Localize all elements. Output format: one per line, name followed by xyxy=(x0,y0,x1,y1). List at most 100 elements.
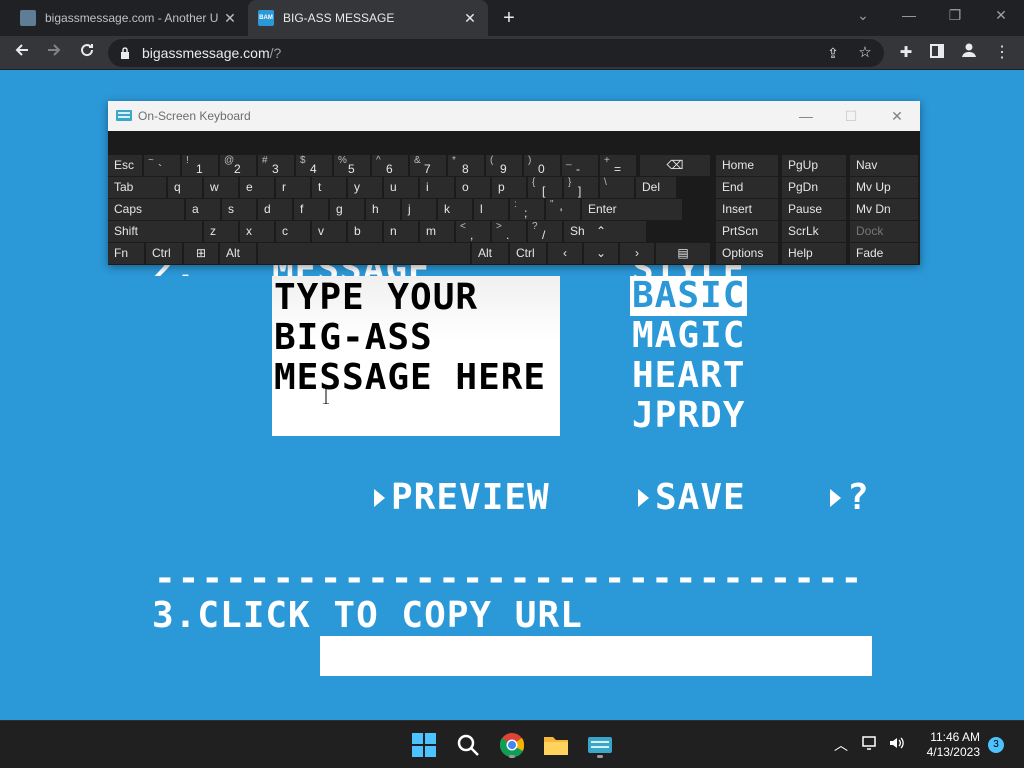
key-r3-1[interactable]: a xyxy=(186,199,220,220)
tab-search-icon[interactable]: ⌄ xyxy=(840,0,886,32)
nav-key-home[interactable]: Home xyxy=(716,155,778,176)
nav-key-nav[interactable]: Nav xyxy=(850,155,918,176)
chevron-up-icon[interactable]: ︿ xyxy=(834,735,848,755)
minimize-button[interactable]: — xyxy=(886,0,932,32)
key-r5-1[interactable]: Ctrl xyxy=(146,243,182,264)
key-r4-8[interactable]: <, xyxy=(456,221,490,242)
nav-key-insert[interactable]: Insert xyxy=(716,199,778,220)
key-r2-5[interactable]: t xyxy=(312,177,346,198)
nav-key-help[interactable]: Help xyxy=(782,243,846,264)
arrow-left-key-icon[interactable]: ‹ xyxy=(548,243,582,264)
nav-key-prtscn[interactable]: PrtScn xyxy=(716,221,778,242)
message-textarea[interactable]: TYPE YOUR BIG-ASS MESSAGE HERE xyxy=(272,276,560,436)
close-tab-icon[interactable]: ✕ xyxy=(462,10,478,26)
key-r5-2[interactable]: Alt xyxy=(220,243,256,264)
key-r1-7[interactable]: ^ 6 xyxy=(372,155,408,176)
osk-close-button[interactable]: ✕ xyxy=(882,105,912,127)
key-r3-2[interactable]: s xyxy=(222,199,256,220)
key-r1-5[interactable]: $4 xyxy=(296,155,332,176)
osk-minimize-button[interactable]: — xyxy=(791,105,821,127)
key-r4-5[interactable]: b xyxy=(348,221,382,242)
key-r4-9[interactable]: >. xyxy=(492,221,526,242)
style-option-magic[interactable]: MAGIC xyxy=(632,316,745,356)
key-r4-6[interactable]: n xyxy=(384,221,418,242)
key-r4-1[interactable]: z xyxy=(204,221,238,242)
key-r3-4[interactable]: f xyxy=(294,199,328,220)
key-r3-11[interactable]: " ' xyxy=(546,199,580,220)
key-r3-6[interactable]: h xyxy=(366,199,400,220)
address-bar[interactable]: bigassmessage.com/? ⇪ ☆ xyxy=(108,39,884,67)
key-r1-11[interactable]: ) 0 xyxy=(524,155,560,176)
backspace-key-icon[interactable]: ⌫ xyxy=(640,155,710,176)
nav-key-dock[interactable]: Dock xyxy=(850,221,918,242)
file-explorer-icon[interactable] xyxy=(540,729,572,761)
nav-key-options[interactable]: Options xyxy=(716,243,778,264)
arrow-up-key-icon[interactable]: ⌃ xyxy=(584,221,618,242)
nav-key-fade[interactable]: Fade xyxy=(850,243,918,264)
close-tab-icon[interactable]: ✕ xyxy=(222,10,238,26)
restore-button[interactable]: ❐ xyxy=(932,0,978,32)
key-r1-8[interactable]: & 7 xyxy=(410,155,446,176)
tab-big-ass-message[interactable]: BAM BIG-ASS MESSAGE ✕ xyxy=(248,0,488,36)
key-r1-0[interactable]: Esc xyxy=(108,155,142,176)
key-r3-7[interactable]: j xyxy=(402,199,436,220)
arrow-right-key-icon[interactable]: › xyxy=(620,243,654,264)
key-r4-3[interactable]: c xyxy=(276,221,310,242)
key-r1-2[interactable]: ! 1 xyxy=(182,155,218,176)
preview-button[interactable]: PREVIEW xyxy=(374,478,550,518)
forward-icon[interactable] xyxy=(41,40,67,66)
style-option-heart[interactable]: HEART xyxy=(632,356,745,396)
arrow-down-key-icon[interactable]: ⌄ xyxy=(584,243,618,264)
start-windows-icon[interactable] xyxy=(408,729,440,761)
key-r1-1[interactable]: ~ ` xyxy=(144,155,180,176)
tab-bigassmessage-info[interactable]: bigassmessage.com - Another U ✕ xyxy=(10,0,248,36)
key-r2-11[interactable]: {[ xyxy=(528,177,562,198)
bookmark-star-icon[interactable]: ☆ xyxy=(852,40,878,66)
key-r2-6[interactable]: y xyxy=(348,177,382,198)
help-button[interactable]: ? xyxy=(830,478,870,518)
key-r2-2[interactable]: w xyxy=(204,177,238,198)
key-r1-9[interactable]: * 8 xyxy=(448,155,484,176)
space-key[interactable] xyxy=(258,243,470,264)
nav-key-pgup[interactable]: PgUp xyxy=(782,155,846,176)
key-r1-12[interactable]: _ - xyxy=(562,155,598,176)
key-r2-12[interactable]: }] xyxy=(564,177,598,198)
key-r1-10[interactable]: (9 xyxy=(486,155,522,176)
copy-url-field[interactable] xyxy=(320,636,872,676)
key-r2-8[interactable]: i xyxy=(420,177,454,198)
key-r2-14[interactable]: Del xyxy=(636,177,676,198)
save-button[interactable]: SAVE xyxy=(638,478,746,518)
key-r2-9[interactable]: o xyxy=(456,177,490,198)
side-panel-icon[interactable] xyxy=(924,40,950,66)
key-r1-3[interactable]: @2 xyxy=(220,155,256,176)
style-option-jprdy[interactable]: JPRDY xyxy=(632,396,745,436)
key-r2-0[interactable]: Tab xyxy=(108,177,166,198)
key-r5-0[interactable]: Fn xyxy=(108,243,144,264)
key-r4-2[interactable]: x xyxy=(240,221,274,242)
key-r2-7[interactable]: u xyxy=(384,177,418,198)
context-menu-key-icon[interactable]: ▤ xyxy=(656,243,710,264)
nav-key-mv-dn[interactable]: Mv Dn xyxy=(850,199,918,220)
key-r1-4[interactable]: #3 xyxy=(258,155,294,176)
key-r3-10[interactable]: :; xyxy=(510,199,544,220)
key-r2-3[interactable]: e xyxy=(240,177,274,198)
osk-title-bar[interactable]: On-Screen Keyboard — ☐ ✕ xyxy=(108,101,920,131)
network-icon[interactable] xyxy=(862,735,880,754)
key-r2-4[interactable]: r xyxy=(276,177,310,198)
back-icon[interactable] xyxy=(9,40,35,66)
style-option-basic[interactable]: BASIC xyxy=(630,276,748,316)
key-r2-1[interactable]: q xyxy=(168,177,202,198)
search-icon[interactable] xyxy=(452,729,484,761)
key-r4-7[interactable]: m xyxy=(420,221,454,242)
key-r5-4[interactable]: Ctrl xyxy=(510,243,546,264)
profile-icon[interactable] xyxy=(956,40,982,66)
windows-key-icon[interactable]: ⊞ xyxy=(184,243,218,264)
volume-icon[interactable] xyxy=(888,735,906,754)
key-r2-10[interactable]: p xyxy=(492,177,526,198)
key-r1-13[interactable]: + = xyxy=(600,155,636,176)
key-r3-5[interactable]: g xyxy=(330,199,364,220)
share-icon[interactable]: ⇪ xyxy=(820,40,846,66)
on-screen-keyboard-app-icon[interactable] xyxy=(584,729,616,761)
nav-key-pgdn[interactable]: PgDn xyxy=(782,177,846,198)
key-r3-9[interactable]: l xyxy=(474,199,508,220)
